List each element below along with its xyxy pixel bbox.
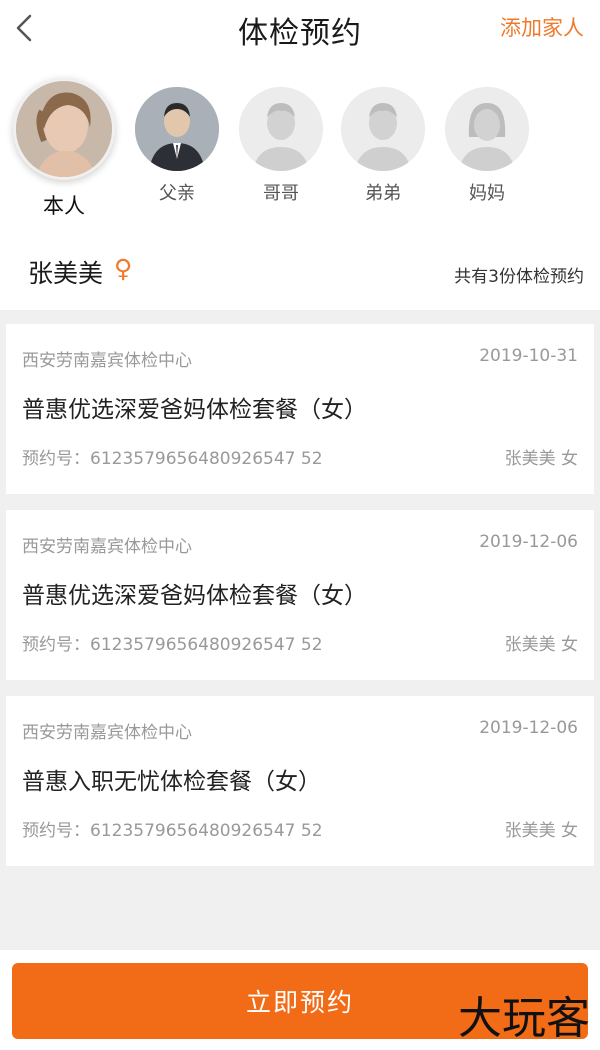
- patient-info: 张美美 女: [504, 821, 578, 841]
- avatar-placeholder-icon: [239, 87, 323, 171]
- user-name: 张美美: [28, 259, 104, 288]
- member-father[interactable]: 父亲: [134, 78, 220, 205]
- appointment-card[interactable]: 西安劳南嘉宾体检中心 2019-12-06 普惠优选深爱爸妈体检套餐（女） 预约…: [6, 510, 594, 680]
- female-gender-icon: ♀: [114, 254, 133, 283]
- watermark: 大玩客: [458, 993, 590, 1044]
- appointment-date: 2019-10-31: [479, 346, 578, 366]
- appointment-date: 2019-12-06: [479, 532, 578, 552]
- avatar-father: [135, 87, 219, 171]
- member-label: 哥哥: [263, 183, 299, 204]
- appointment-list: 西安劳南嘉宾体检中心 2019-10-31 普惠优选深爱爸妈体检套餐（女） 预约…: [0, 310, 600, 950]
- member-self[interactable]: 本人: [12, 78, 116, 220]
- member-elder-brother[interactable]: 哥哥: [238, 78, 324, 205]
- user-summary: 张美美 ♀ 共有3份体检预约: [0, 240, 600, 304]
- avatar-placeholder-icon: [445, 87, 529, 171]
- package-name: 普惠入职无忧体检套餐（女）: [22, 769, 321, 795]
- header: 体检预约 添加家人: [0, 0, 600, 56]
- center-name: 西安劳南嘉宾体检中心: [22, 537, 192, 557]
- package-name: 普惠优选深爱爸妈体检套餐（女）: [22, 583, 367, 609]
- member-label: 本人: [43, 194, 85, 218]
- member-label: 弟弟: [365, 183, 401, 204]
- package-name: 普惠优选深爱爸妈体检套餐（女）: [22, 397, 367, 423]
- member-mother[interactable]: 妈妈: [444, 78, 530, 205]
- appointment-count: 共有3份体检预约: [454, 267, 584, 287]
- patient-info: 张美美 女: [504, 635, 578, 655]
- member-label: 父亲: [159, 183, 195, 204]
- order-number: 预约号：6123579656480926547 52: [22, 821, 323, 841]
- center-name: 西安劳南嘉宾体检中心: [22, 723, 192, 743]
- appointment-date: 2019-12-06: [479, 718, 578, 738]
- member-younger-brother[interactable]: 弟弟: [340, 78, 426, 205]
- avatar-placeholder-icon: [341, 87, 425, 171]
- appointment-card[interactable]: 西安劳南嘉宾体检中心 2019-12-06 普惠入职无忧体检套餐（女） 预约号：…: [6, 696, 594, 866]
- family-member-selector: 本人 父亲 哥哥 弟弟 妈妈: [0, 78, 600, 228]
- member-label: 妈妈: [469, 183, 505, 204]
- patient-info: 张美美 女: [504, 449, 578, 469]
- center-name: 西安劳南嘉宾体检中心: [22, 351, 192, 371]
- avatar-self: [13, 78, 115, 180]
- appointment-card[interactable]: 西安劳南嘉宾体检中心 2019-10-31 普惠优选深爱爸妈体检套餐（女） 预约…: [6, 324, 594, 494]
- order-number: 预约号：6123579656480926547 52: [22, 635, 323, 655]
- add-family-member-button[interactable]: 添加家人: [500, 12, 584, 42]
- order-number: 预约号：6123579656480926547 52: [22, 449, 323, 469]
